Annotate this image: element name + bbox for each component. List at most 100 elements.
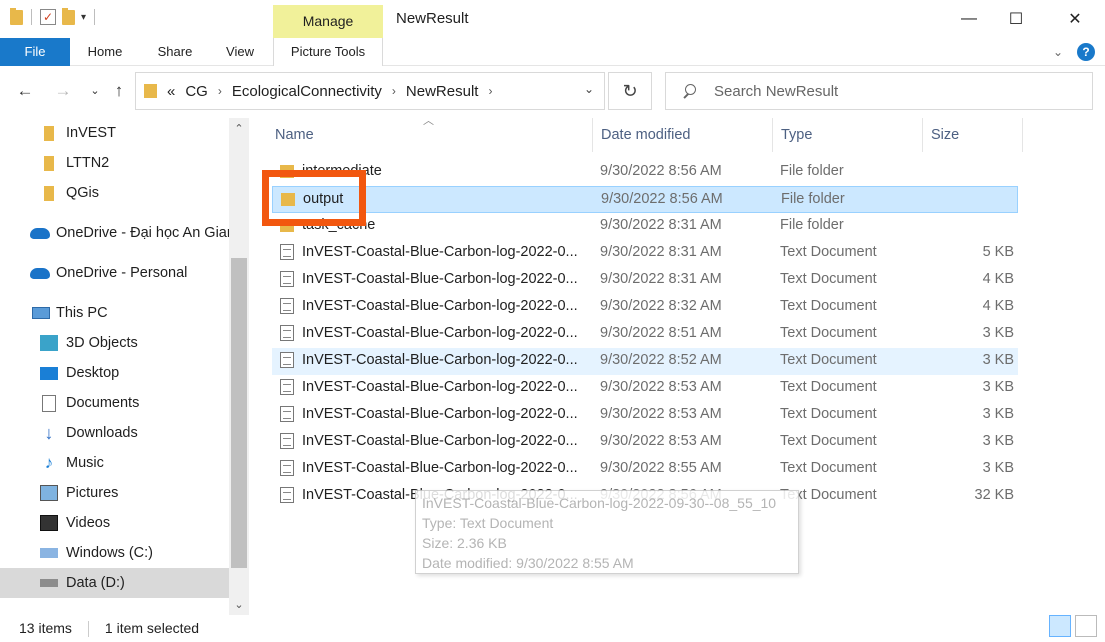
status-bar: 13 items 1 item selected (0, 615, 1105, 642)
tab-share[interactable]: Share (146, 38, 204, 66)
nav-item-label: Documents (66, 395, 140, 411)
file-name-text: InVEST-Coastal-Blue-Carbon-log-2022-0... (302, 406, 578, 422)
help-icon[interactable]: ? (1077, 43, 1095, 61)
file-date: 9/30/2022 8:53 AM (600, 406, 722, 422)
file-size: 3 KB (982, 406, 1014, 422)
file-type: Text Document (780, 325, 877, 341)
breadcrumb-newresult[interactable]: NewResult (406, 83, 479, 100)
details-view-icon[interactable] (1049, 615, 1071, 637)
breadcrumb-chevron-icon[interactable]: › (488, 84, 492, 98)
address-bar[interactable]: « CG › EcologicalConnectivity › NewResul… (135, 72, 605, 110)
text-file-icon (280, 352, 294, 368)
folder-row[interactable]: task_cache 9/30/2022 8:31 AM File folder (272, 213, 1018, 240)
file-name-text: InVEST-Coastal-Blue-Carbon-log-2022-0... (302, 433, 578, 449)
videos-icon (40, 515, 58, 531)
file-size: 5 KB (982, 244, 1014, 260)
file-type: Text Document (780, 244, 877, 260)
file-date: 9/30/2022 8:52 AM (600, 352, 722, 368)
file-row[interactable]: InVEST-Coastal-Blue-Carbon-log-2022-0...… (272, 267, 1018, 294)
file-row[interactable]: InVEST-Coastal-Blue-Carbon-log-2022-0...… (272, 294, 1018, 321)
tab-picture-tools[interactable]: Picture Tools (273, 38, 383, 66)
properties-icon[interactable]: ✓ (40, 9, 56, 25)
file-row[interactable]: InVEST-Coastal-Blue-Carbon-log-2022-0...… (272, 429, 1018, 456)
nav-item-onedrive-school[interactable]: OneDrive - Đại học An Giang (0, 218, 230, 248)
new-folder-icon[interactable] (62, 7, 75, 25)
scrollbar-thumb[interactable] (231, 258, 247, 568)
expand-ribbon-icon[interactable]: ⌄ (1053, 45, 1063, 59)
nav-item-desktop[interactable]: Desktop (0, 358, 230, 388)
folder-row[interactable]: intermediate 9/30/2022 8:56 AM File folder (272, 159, 1018, 186)
address-overflow[interactable]: « (167, 83, 175, 100)
column-header-type[interactable]: Type (773, 118, 923, 152)
text-file-icon (280, 460, 294, 476)
close-button[interactable]: ✕ (1052, 0, 1098, 38)
nav-item-windows-c[interactable]: Windows (C:) (0, 538, 230, 568)
nav-item-onedrive-personal[interactable]: OneDrive - Personal (0, 258, 230, 288)
nav-item-label: Windows (C:) (66, 545, 154, 561)
customize-qat-icon[interactable]: ▾ (81, 12, 86, 23)
nav-item-label: Videos (66, 515, 111, 531)
file-name: InVEST-Coastal-Blue-Carbon-log-2022-0... (280, 406, 580, 422)
file-row[interactable]: InVEST-Coastal-Blue-Carbon-log-2022-0...… (272, 348, 1018, 375)
file-date: 9/30/2022 8:55 AM (600, 460, 722, 476)
selection-count: 1 item selected (104, 620, 200, 636)
folder-row[interactable]: output 9/30/2022 8:56 AM File folder (272, 186, 1018, 213)
tab-home[interactable]: Home (76, 38, 134, 66)
onedrive-icon (30, 227, 50, 239)
file-row[interactable]: InVEST-Coastal-Blue-Carbon-log-2022-0...… (272, 240, 1018, 267)
breadcrumb-chevron-icon[interactable]: › (392, 84, 396, 98)
nav-item-invest[interactable]: InVEST (0, 118, 230, 148)
forward-arrow-icon[interactable]: → (52, 80, 74, 102)
nav-item-documents[interactable]: Documents (0, 388, 230, 418)
nav-item-music[interactable]: ♪ Music (0, 448, 230, 478)
pictures-icon (40, 485, 58, 501)
nav-item-lttn2[interactable]: LTTN2 (0, 148, 230, 178)
file-name: InVEST-Coastal-Blue-Carbon-log-2022-0... (280, 379, 580, 395)
address-dropdown-icon[interactable]: ⌄ (584, 82, 594, 96)
nav-item-data-d[interactable]: Data (D:) (0, 568, 230, 598)
tooltip-name: InVEST-Coastal-Blue-Carbon-log-2022-09-3… (422, 495, 777, 511)
nav-item-label: Downloads (66, 425, 138, 441)
scroll-up-icon[interactable]: ⌃ (229, 122, 249, 135)
nav-item-this-pc[interactable]: This PC (0, 298, 230, 328)
file-row[interactable]: InVEST-Coastal-Blue-Carbon-log-2022-0...… (272, 456, 1018, 483)
breadcrumb-chevron-icon[interactable]: › (218, 84, 222, 98)
documents-icon (42, 394, 56, 412)
minimize-button[interactable]: — (946, 0, 992, 38)
back-arrow-icon[interactable]: ← (14, 80, 36, 102)
file-name: InVEST-Coastal-Blue-Carbon-log-2022-0... (280, 298, 580, 314)
refresh-button[interactable]: ↻ (608, 72, 652, 110)
search-icon (682, 84, 696, 98)
breadcrumb-cg[interactable]: CG (185, 83, 208, 100)
address-toolbar: ← → ⌄ ↑ « CG › EcologicalConnectivity › … (0, 66, 1105, 118)
nav-item-3d-objects[interactable]: 3D Objects (0, 328, 230, 358)
column-header-date[interactable]: Date modified (593, 118, 773, 152)
large-icons-view-icon[interactable] (1075, 615, 1097, 637)
nav-item-pictures[interactable]: Pictures (0, 478, 230, 508)
nav-item-label: Desktop (66, 365, 120, 381)
nav-pane-scrollbar[interactable]: ⌃ ⌄ (229, 118, 249, 615)
file-size: 4 KB (982, 298, 1014, 314)
column-header-name[interactable]: Name (267, 118, 593, 152)
nav-item-downloads[interactable]: ↓ Downloads (0, 418, 230, 448)
manage-contextual-tab[interactable]: Manage (273, 5, 383, 38)
text-file-icon (280, 406, 294, 422)
nav-item-label: This PC (56, 305, 108, 321)
column-header-size[interactable]: Size (923, 118, 1023, 152)
file-row[interactable]: InVEST-Coastal-Blue-Carbon-log-2022-0...… (272, 375, 1018, 402)
tab-view[interactable]: View (214, 38, 266, 66)
nav-item-videos[interactable]: Videos (0, 508, 230, 538)
up-arrow-icon[interactable]: ↑ (108, 80, 130, 102)
file-row[interactable]: InVEST-Coastal-Blue-Carbon-log-2022-0...… (272, 321, 1018, 348)
search-input[interactable]: Search NewResult (714, 83, 838, 100)
item-count: 13 items (19, 620, 72, 636)
maximize-button[interactable]: ☐ (993, 0, 1039, 38)
recent-locations-icon[interactable]: ⌄ (84, 80, 106, 102)
scroll-down-icon[interactable]: ⌄ (229, 598, 249, 611)
breadcrumb-ecologicalconnectivity[interactable]: EcologicalConnectivity (232, 83, 382, 100)
nav-item-qgis[interactable]: QGis (0, 178, 230, 208)
tab-file[interactable]: File (0, 38, 70, 66)
nav-item-label: QGis (66, 185, 100, 201)
search-box[interactable]: Search NewResult (665, 72, 1093, 110)
file-row[interactable]: InVEST-Coastal-Blue-Carbon-log-2022-0...… (272, 402, 1018, 429)
